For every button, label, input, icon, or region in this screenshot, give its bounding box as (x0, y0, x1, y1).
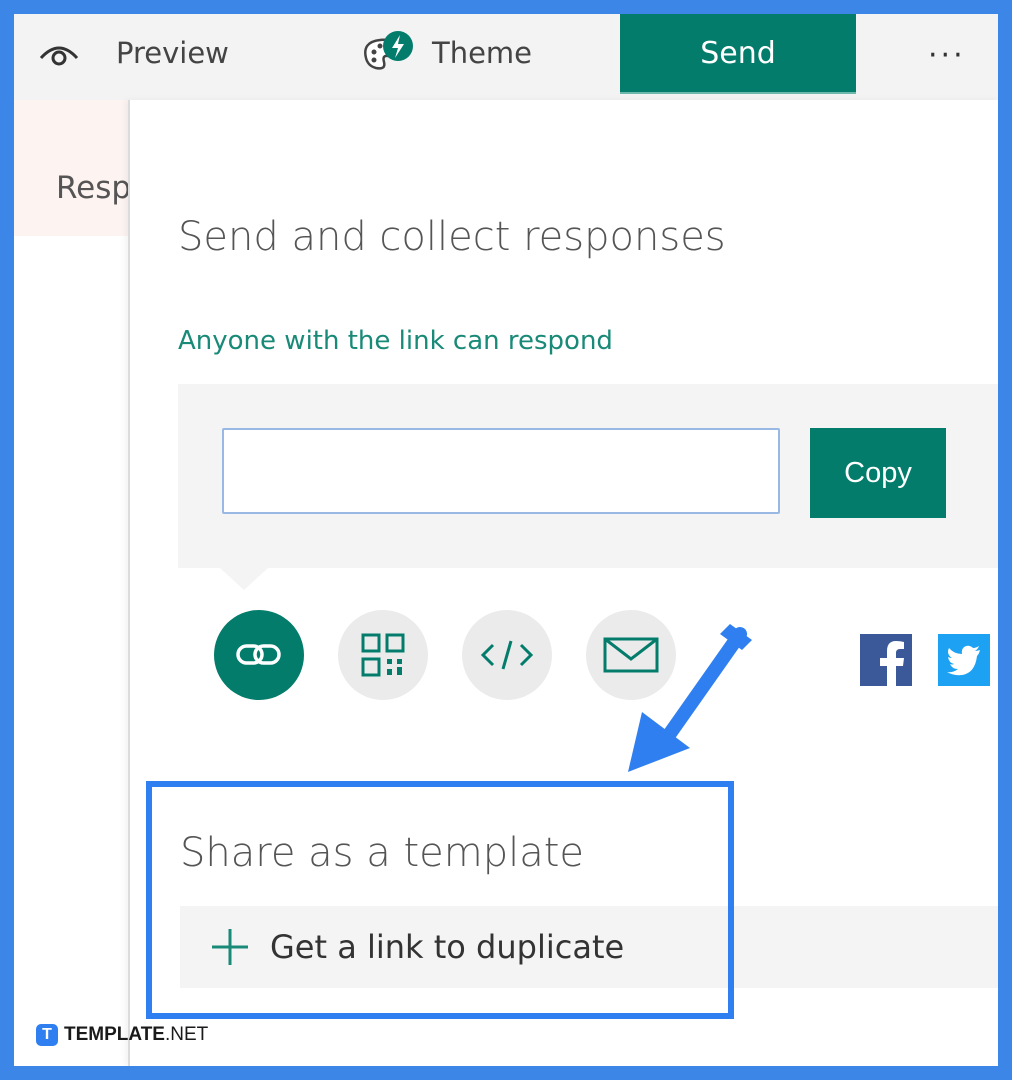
theme-button[interactable]: Theme (360, 14, 532, 92)
watermark-logo: T TEMPLATE .NET (36, 1024, 208, 1046)
responses-tab-strip (14, 100, 130, 236)
watermark-brand-rest: .NET (164, 1024, 209, 1045)
share-qr-button[interactable] (338, 610, 428, 700)
embed-code-icon (480, 640, 534, 670)
twitter-icon (938, 634, 990, 686)
copy-label: Copy (844, 456, 912, 489)
share-template-title: Share as a template (180, 830, 585, 876)
plus-icon (212, 929, 248, 965)
link-share-box: Copy (178, 384, 998, 568)
form-editor-background (14, 100, 130, 1066)
more-options-icon[interactable]: ··· (928, 38, 966, 73)
send-button[interactable]: Send (620, 14, 856, 94)
theme-label: Theme (432, 36, 533, 70)
twitter-share-button[interactable] (938, 634, 990, 686)
copy-button[interactable]: Copy (810, 428, 946, 518)
watermark-brand-bold: TEMPLATE (64, 1024, 165, 1045)
qr-code-icon (361, 633, 405, 677)
palette-icon (360, 28, 420, 78)
preview-label: Preview (116, 36, 229, 70)
share-embed-button[interactable] (462, 610, 552, 700)
link-box-pointer (220, 568, 268, 590)
share-link-input[interactable] (222, 428, 780, 514)
screenshot-frame: Preview Theme Send ··· Resp Send and col… (14, 14, 998, 1066)
get-duplicate-link-button[interactable]: Get a link to duplicate (180, 906, 998, 988)
link-access-setting[interactable]: Anyone with the link can respond (178, 326, 613, 356)
preview-button[interactable]: Preview (38, 14, 229, 92)
send-panel: Send and collect responses Anyone with t… (128, 100, 998, 1066)
template-logo-icon: T (36, 1024, 58, 1046)
send-panel-title: Send and collect responses (178, 214, 726, 260)
send-label: Send (700, 35, 776, 71)
link-icon (236, 644, 281, 665)
duplicate-link-label: Get a link to duplicate (270, 928, 625, 966)
share-link-button[interactable] (214, 610, 304, 700)
facebook-share-button[interactable] (860, 634, 912, 686)
responses-tab[interactable]: Resp (56, 170, 130, 206)
share-email-button[interactable] (586, 610, 676, 700)
facebook-icon (860, 634, 912, 686)
email-icon (603, 637, 659, 673)
eye-icon (39, 46, 79, 66)
top-toolbar: Preview Theme Send ··· (14, 14, 998, 100)
